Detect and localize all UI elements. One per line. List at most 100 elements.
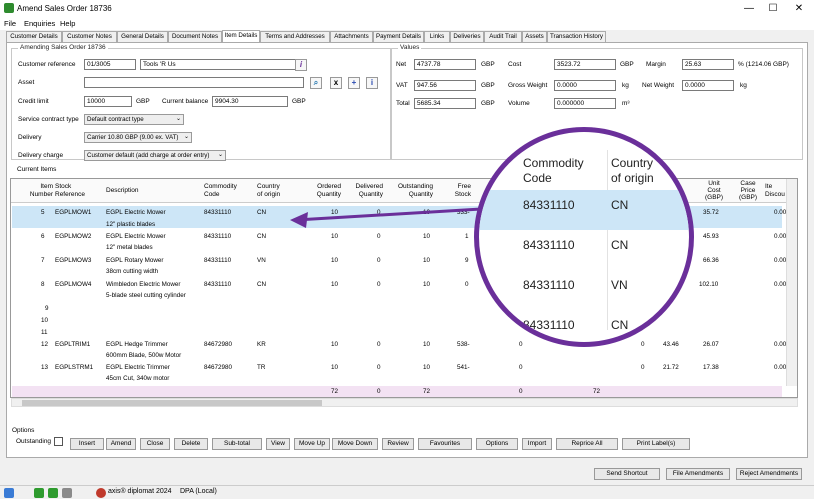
- info-icon[interactable]: i: [366, 77, 378, 89]
- reject-amendments-button[interactable]: Reject Amendments: [736, 468, 802, 480]
- add-icon[interactable]: +: [348, 77, 360, 89]
- cell-description: EGPL Electric Trimmer: [106, 364, 170, 371]
- tab-audit-trail[interactable]: Audit Trail: [484, 31, 522, 42]
- col-outstanding-qty[interactable]: Outstanding Quantity: [389, 183, 433, 199]
- col-country-origin[interactable]: Country of origin: [257, 183, 297, 199]
- col-delivered-qty[interactable]: Delivered Quantity: [347, 183, 383, 199]
- scrollbar-thumb[interactable]: [22, 400, 322, 406]
- credit-limit-input[interactable]: 10000: [84, 96, 132, 107]
- menu-enquiries[interactable]: Enquiries: [24, 19, 55, 28]
- col-ordered-qty[interactable]: Ordered Quantity: [307, 183, 341, 199]
- mag-divider: [607, 150, 608, 330]
- move-up-button[interactable]: Move Up: [294, 438, 330, 450]
- col-item-number[interactable]: Item Number: [23, 183, 53, 199]
- amend-button[interactable]: Amend: [106, 438, 136, 450]
- tab-links[interactable]: Links: [424, 31, 450, 42]
- cell-country-origin: VN: [257, 257, 266, 264]
- customer-name-input[interactable]: Tools 'R Us: [140, 59, 304, 70]
- view-button[interactable]: View: [266, 438, 290, 450]
- tab-document-notes[interactable]: Document Notes: [168, 31, 222, 42]
- tab-customer-notes[interactable]: Customer Notes: [62, 31, 117, 42]
- sync-icon[interactable]: [48, 488, 58, 498]
- volume-input[interactable]: 0.000000: [554, 98, 616, 109]
- cell-extra-b: 0: [641, 341, 645, 348]
- tab-assets[interactable]: Assets: [522, 31, 547, 42]
- menu-file[interactable]: File: [4, 19, 16, 28]
- customer-reference-input[interactable]: 01/3005: [84, 59, 136, 70]
- tab-customer-details[interactable]: Customer Details: [6, 31, 62, 42]
- mag-col-commodity: Commodity Code: [523, 156, 584, 185]
- cell-ordered-qty: 10: [331, 281, 339, 288]
- gross-weight-input[interactable]: 0.0000: [554, 80, 616, 91]
- minimize-button[interactable]: —: [740, 2, 758, 15]
- favourites-button[interactable]: Favourites: [418, 438, 472, 450]
- file-amendments-button[interactable]: File Amendments: [666, 468, 730, 480]
- tab-payment-details[interactable]: Payment Details: [373, 31, 424, 42]
- current-balance-input[interactable]: 9904.30: [212, 96, 288, 107]
- tab-attachments[interactable]: Attachments: [330, 31, 373, 42]
- total-input[interactable]: 5685.34: [414, 98, 476, 109]
- review-button[interactable]: Review: [382, 438, 414, 450]
- insert-button[interactable]: Insert: [70, 438, 104, 450]
- outstanding-checkbox[interactable]: [54, 437, 63, 446]
- tab-item-details[interactable]: Item Details: [222, 30, 260, 42]
- credit-currency: GBP: [136, 98, 150, 105]
- cell-unit-cost: 102.10: [699, 281, 719, 288]
- col-unit-cost[interactable]: Unit Cost (GBP): [701, 180, 727, 201]
- vat-input[interactable]: 947.56: [414, 80, 476, 91]
- current-items-label: Current Items: [17, 166, 57, 173]
- asset-input[interactable]: [84, 77, 304, 88]
- up-arrow-icon[interactable]: [4, 488, 14, 498]
- vertical-scrollbar[interactable]: [786, 179, 797, 386]
- cell-free-stock: 1: [465, 233, 469, 240]
- cell-description: EGPL Hedge Trimmer: [106, 341, 168, 348]
- delivery-charge-select[interactable]: Customer default (add charge at order en…: [84, 150, 226, 161]
- cell-country-origin: CN: [257, 281, 267, 288]
- delete-button[interactable]: Delete: [174, 438, 208, 450]
- checklist-icon[interactable]: [62, 488, 72, 498]
- tab-general-details[interactable]: General Details: [117, 31, 168, 42]
- cost-input[interactable]: 3523.72: [554, 59, 616, 70]
- options-button[interactable]: Options: [476, 438, 518, 450]
- subtotal-button[interactable]: Sub-total: [212, 438, 262, 450]
- tab-terms-addresses[interactable]: Terms and Addresses: [260, 31, 330, 42]
- service-contract-select[interactable]: Default contract type ⌄: [84, 114, 184, 125]
- col-free-stock[interactable]: Free Stock: [447, 183, 471, 199]
- cell-commodity-code: 84331110: [204, 209, 232, 216]
- horizontal-scrollbar[interactable]: [11, 398, 798, 407]
- menu-help[interactable]: Help: [60, 19, 75, 28]
- cell-extra-c: 21.72: [663, 364, 679, 371]
- close-button[interactable]: ✕: [790, 2, 808, 15]
- refresh-icon[interactable]: [34, 488, 44, 498]
- col-description[interactable]: Description: [106, 187, 166, 195]
- customer-info-icon[interactable]: i: [295, 59, 307, 71]
- cell-delivered-qty: 0: [377, 341, 381, 348]
- current-balance-label: Current balance: [162, 98, 209, 105]
- cell-item-discount: 0.00: [774, 341, 787, 348]
- send-shortcut-button[interactable]: Send Shortcut: [594, 468, 660, 480]
- net-input[interactable]: 4737.78: [414, 59, 476, 70]
- title-bar: Amend Sales Order 18736 — ☐ ✕: [0, 0, 814, 17]
- import-button[interactable]: Import: [522, 438, 552, 450]
- net-weight-input[interactable]: 0.0000: [682, 80, 734, 91]
- cell-outstanding-qty: 10: [423, 341, 431, 348]
- credit-limit-label: Credit limit: [18, 98, 49, 105]
- col-stock-reference[interactable]: Stock Reference: [55, 183, 95, 199]
- cell-delivered-qty: 0: [377, 209, 381, 216]
- tab-deliveries[interactable]: Deliveries: [450, 31, 484, 42]
- close-item-button[interactable]: Close: [140, 438, 170, 450]
- maximize-button[interactable]: ☐: [764, 2, 782, 15]
- delivery-charge-value: Customer default (add charge at order en…: [87, 152, 210, 159]
- clear-icon[interactable]: x: [330, 77, 342, 89]
- col-case-price[interactable]: Case Price (GBP): [733, 180, 763, 201]
- margin-input[interactable]: 25.63: [682, 59, 734, 70]
- delivery-select[interactable]: Carrier 10.80 GBP (9.00 ex. VAT) ⌄: [84, 132, 192, 143]
- gross-weight-unit: kg: [622, 82, 629, 89]
- print-labels-button[interactable]: Print Label(s): [622, 438, 690, 450]
- col-commodity-code[interactable]: Commodity Code: [204, 183, 254, 199]
- tab-transaction-history[interactable]: Transaction History: [547, 31, 606, 42]
- search-icon[interactable]: ⌕: [310, 77, 322, 89]
- net-label: Net: [396, 61, 407, 68]
- reprice-all-button[interactable]: Reprice All: [556, 438, 618, 450]
- move-down-button[interactable]: Move Down: [332, 438, 378, 450]
